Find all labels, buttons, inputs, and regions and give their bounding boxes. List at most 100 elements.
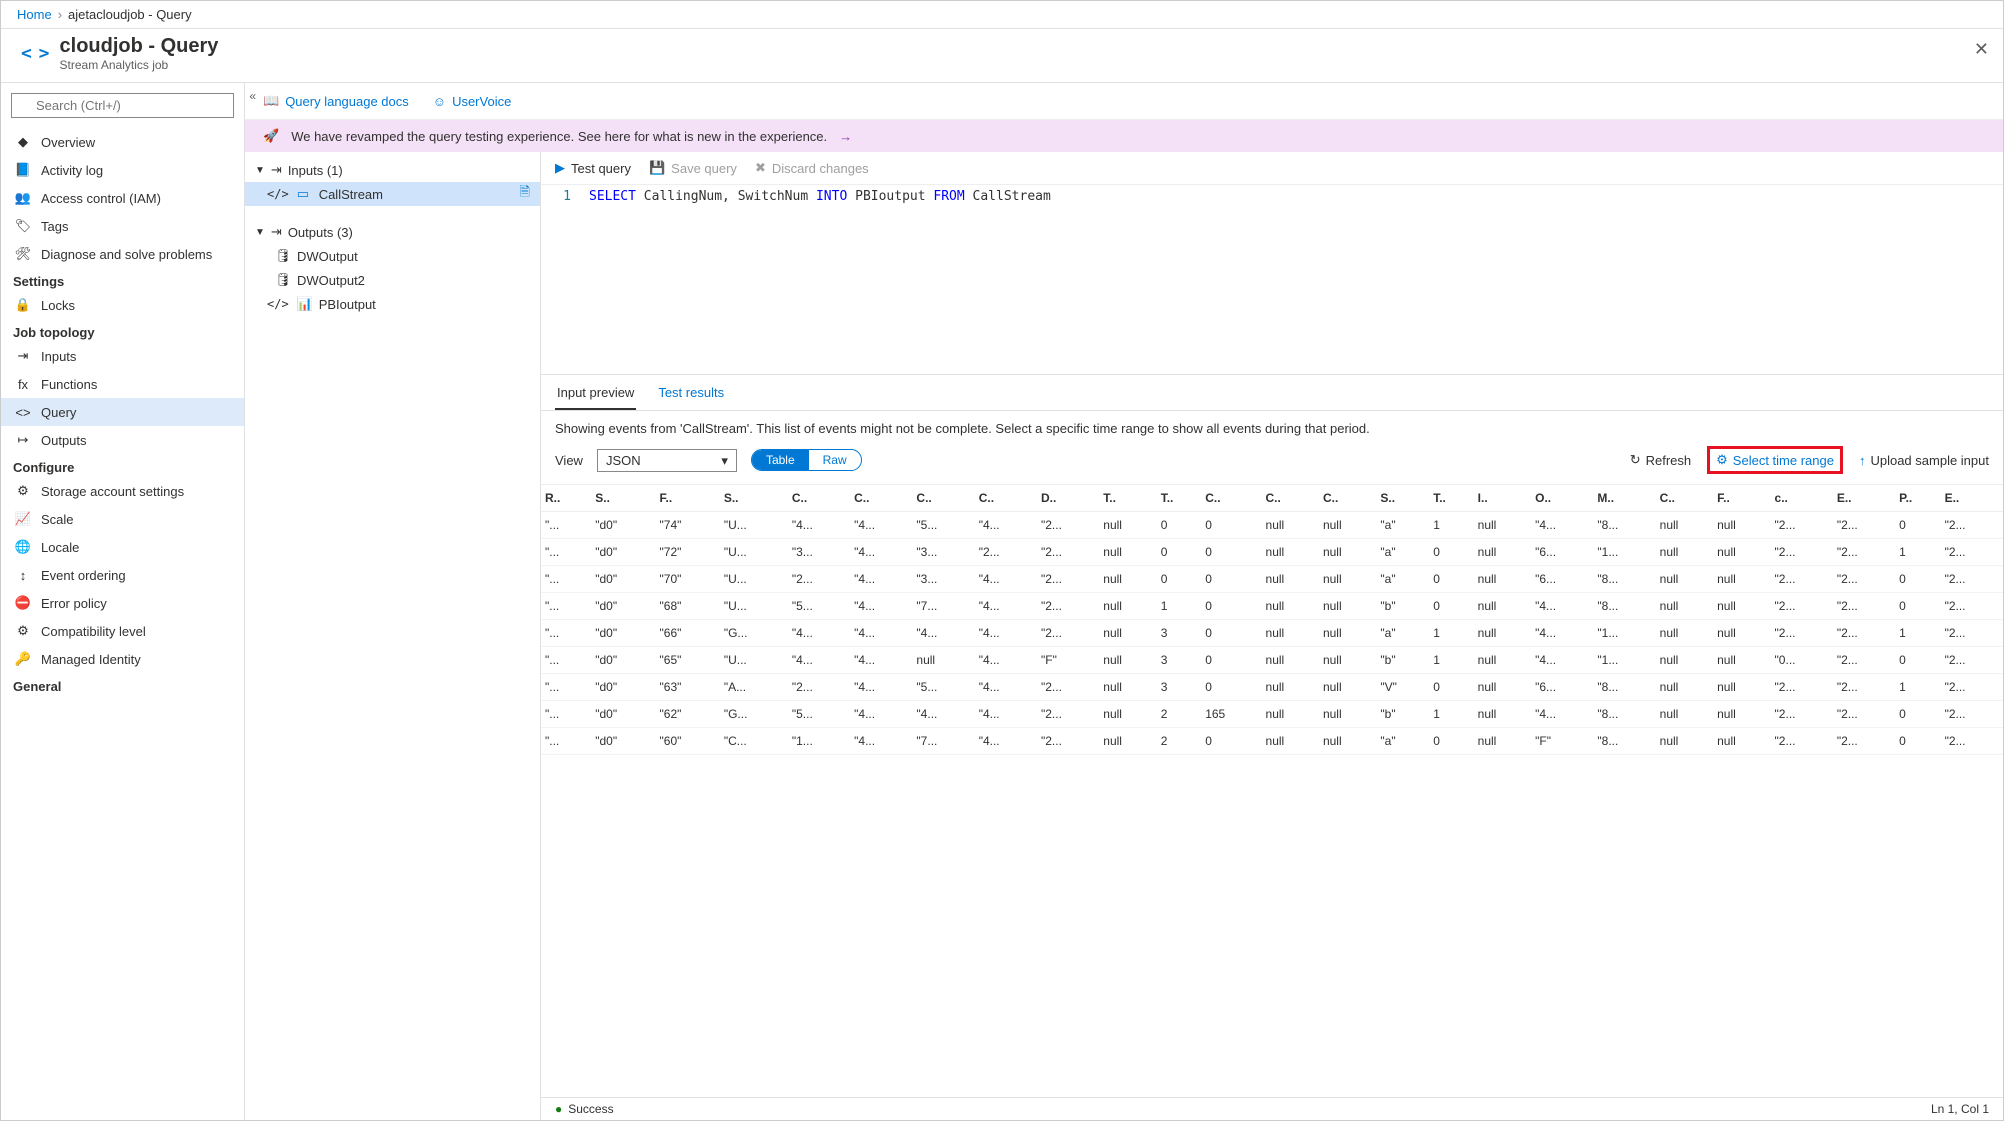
table-header[interactable]: C.. <box>1656 485 1713 512</box>
table-cell: 0 <box>1895 566 1940 593</box>
table-header[interactable]: C.. <box>850 485 912 512</box>
sidebar-item-overview[interactable]: ◆Overview <box>1 128 244 156</box>
sidebar-item-label: Error policy <box>41 596 107 611</box>
sidebar-item-scale[interactable]: 📈Scale <box>1 505 244 533</box>
table-row[interactable]: "..."d0""72""U..."3..."4..."3..."2..."2.… <box>541 539 2003 566</box>
line-gutter: 1 <box>541 185 581 374</box>
breadcrumb-home[interactable]: Home <box>17 7 52 22</box>
view-select[interactable]: JSON <box>597 449 737 472</box>
tree-group[interactable]: ▼⇥Inputs (1) <box>245 158 540 182</box>
table-header[interactable]: T.. <box>1099 485 1156 512</box>
select-time-range-button[interactable]: ⚙ Select time range <box>1707 446 1843 474</box>
table-header[interactable]: C.. <box>1319 485 1376 512</box>
tree-item-callstream[interactable]: </>▭CallStream🗎 <box>245 182 540 206</box>
table-cell: null <box>1262 593 1319 620</box>
sidebar-item-locale[interactable]: 🌐Locale <box>1 533 244 561</box>
save-query-button[interactable]: 💾 Save query <box>649 160 737 176</box>
refresh-button[interactable]: ↻ Refresh <box>1630 452 1691 468</box>
table-header[interactable]: D.. <box>1037 485 1099 512</box>
table-cell: null <box>1319 647 1376 674</box>
table-header[interactable]: M.. <box>1593 485 1655 512</box>
table-header[interactable]: c.. <box>1771 485 1833 512</box>
document-icon[interactable]: 🗎 <box>520 183 530 205</box>
table-header[interactable]: E.. <box>1833 485 1895 512</box>
table-cell: 0 <box>1895 701 1940 728</box>
sidebar-item-activity-log[interactable]: 📘Activity log <box>1 156 244 184</box>
tree-item-pbioutput[interactable]: </>📊PBIoutput <box>245 292 540 316</box>
sidebar-item-storage-account-settings[interactable]: ⚙Storage account settings <box>1 477 244 505</box>
table-row[interactable]: "..."d0""62""G..."5..."4..."4..."4..."2.… <box>541 701 2003 728</box>
table-header[interactable]: I.. <box>1474 485 1531 512</box>
sidebar-section-job-topology: Job topology <box>1 319 244 342</box>
table-header[interactable]: T.. <box>1429 485 1473 512</box>
tree-item-dwoutput2[interactable]: 🛢DWOutput2 <box>245 268 540 292</box>
sidebar-item-diagnose-and-solve-problems[interactable]: 🛠Diagnose and solve problems <box>1 240 244 268</box>
tab-test-results[interactable]: Test results <box>656 381 726 410</box>
table-row[interactable]: "..."d0""65""U..."4..."4...null"4..."F"n… <box>541 647 2003 674</box>
code-icon: </> <box>267 187 289 201</box>
table-cell: "2... <box>1833 566 1895 593</box>
table-row[interactable]: "..."d0""74""U..."4..."4..."5..."4..."2.… <box>541 512 2003 539</box>
table-header[interactable]: F.. <box>656 485 720 512</box>
table-header[interactable]: T.. <box>1157 485 1201 512</box>
table-header[interactable]: P.. <box>1895 485 1940 512</box>
close-icon[interactable]: ✕ <box>1974 39 1989 60</box>
collapse-icon[interactable]: « <box>249 89 256 103</box>
table-header[interactable]: S.. <box>1376 485 1429 512</box>
table-row[interactable]: "..."d0""68""U..."5..."4..."7..."4..."2.… <box>541 593 2003 620</box>
sidebar-item-locks[interactable]: 🔒Locks <box>1 291 244 319</box>
tree-item-label: DWOutput <box>297 249 358 264</box>
sidebar-item-event-ordering[interactable]: ↕Event ordering <box>1 561 244 589</box>
sidebar-item-managed-identity[interactable]: 🔑Managed Identity <box>1 645 244 673</box>
query-docs-link[interactable]: 📖 Query language docs <box>263 93 409 109</box>
table-row[interactable]: "..."d0""60""C..."1..."4..."7..."4..."2.… <box>541 728 2003 755</box>
table-row[interactable]: "..."d0""63""A..."2..."4..."5..."4..."2.… <box>541 674 2003 701</box>
table-row[interactable]: "..."d0""70""U..."2..."4..."3..."4..."2.… <box>541 566 2003 593</box>
table-header[interactable]: C.. <box>912 485 974 512</box>
table-header[interactable]: C.. <box>1201 485 1261 512</box>
table-cell: null <box>1656 512 1713 539</box>
table-header[interactable]: C.. <box>1262 485 1319 512</box>
sidebar-item-compatibility-level[interactable]: ⚙Compatibility level <box>1 617 244 645</box>
table-cell: 0 <box>1895 593 1940 620</box>
code-content[interactable]: SELECT CallingNum, SwitchNum INTO PBIout… <box>581 185 2003 374</box>
code-editor[interactable]: 1 SELECT CallingNum, SwitchNum INTO PBIo… <box>541 185 2003 375</box>
table-header[interactable]: E.. <box>1941 485 2003 512</box>
sidebar-item-tags[interactable]: 🏷Tags <box>1 212 244 240</box>
uservoice-link[interactable]: ☺ UserVoice <box>433 94 512 109</box>
table-cell: "2... <box>1833 539 1895 566</box>
table-cell: null <box>1656 701 1713 728</box>
table-header[interactable]: C.. <box>975 485 1037 512</box>
table-header[interactable]: F.. <box>1713 485 1770 512</box>
discard-icon: ✖ <box>755 160 766 176</box>
tab-input-preview[interactable]: Input preview <box>555 381 636 410</box>
view-toggle-table[interactable]: Table <box>752 450 809 470</box>
sidebar-item-functions[interactable]: fxFunctions <box>1 370 244 398</box>
table-row[interactable]: "..."d0""66""G..."4..."4..."4..."4..."2.… <box>541 620 2003 647</box>
table-header[interactable]: C.. <box>788 485 850 512</box>
info-banner[interactable]: 🚀 We have revamped the query testing exp… <box>245 120 2003 152</box>
sidebar-item-outputs[interactable]: ↦Outputs <box>1 426 244 454</box>
nav-item-icon: <> <box>15 404 31 420</box>
table-header[interactable]: S.. <box>591 485 655 512</box>
search-input[interactable] <box>11 93 234 118</box>
tree-group[interactable]: ▼⇥Outputs (3) <box>245 220 540 244</box>
table-header[interactable]: R.. <box>541 485 591 512</box>
table-cell: null <box>1656 674 1713 701</box>
table-header[interactable]: O.. <box>1531 485 1593 512</box>
sidebar-item-inputs[interactable]: ⇥Inputs <box>1 342 244 370</box>
nav-item-icon: 👥 <box>15 190 31 206</box>
view-toggle-raw[interactable]: Raw <box>809 450 861 470</box>
tree-item-dwoutput[interactable]: 🛢DWOutput <box>245 244 540 268</box>
sidebar-item-access-control-iam-[interactable]: 👥Access control (IAM) <box>1 184 244 212</box>
discard-button[interactable]: ✖ Discard changes <box>755 160 869 176</box>
table-cell: "G... <box>720 620 788 647</box>
table-header[interactable]: S.. <box>720 485 788 512</box>
test-query-button[interactable]: ▶ Test query <box>555 160 631 176</box>
sidebar-item-error-policy[interactable]: ⛔Error policy <box>1 589 244 617</box>
sidebar-item-query[interactable]: <>Query <box>1 398 244 426</box>
upload-sample-button[interactable]: ↑ Upload sample input <box>1859 453 1989 468</box>
table-cell: 0 <box>1895 728 1940 755</box>
table-cell: "U... <box>720 593 788 620</box>
table-cell: "8... <box>1593 512 1655 539</box>
